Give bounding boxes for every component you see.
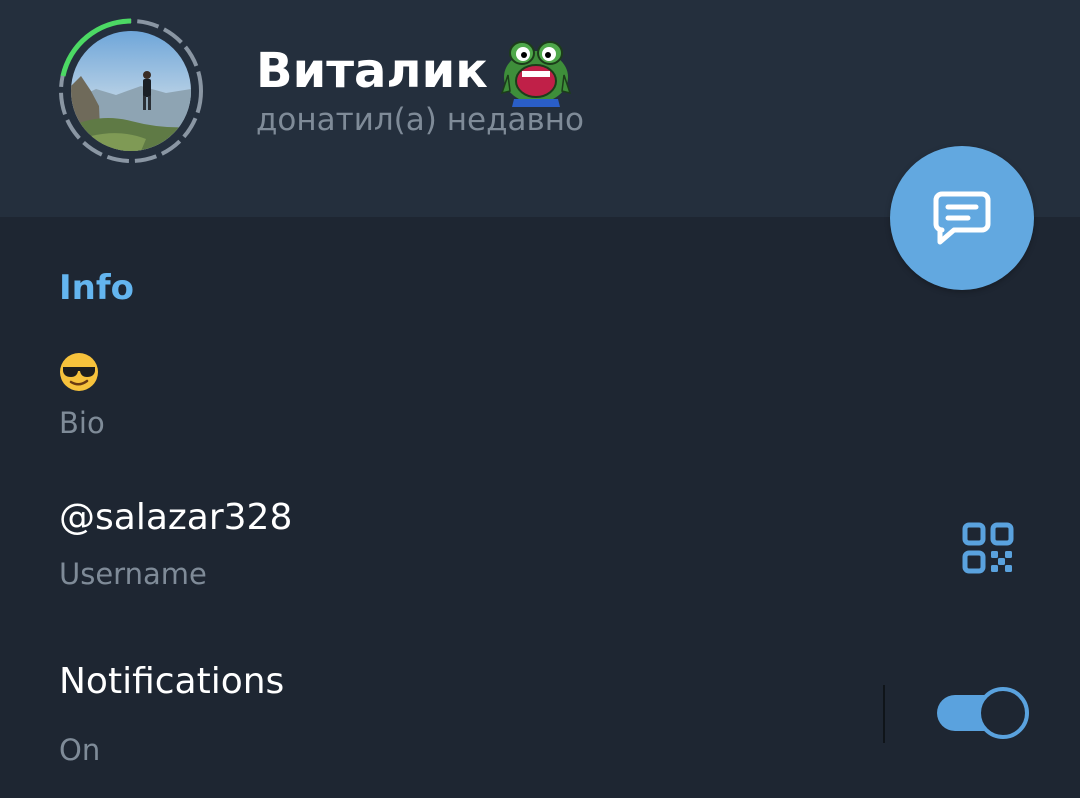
notifications-toggle[interactable] <box>937 687 1029 739</box>
message-button[interactable] <box>890 146 1034 290</box>
sunglasses-emoji-icon <box>60 353 98 391</box>
avatar-photo <box>71 31 191 151</box>
toggle-knob <box>977 687 1029 739</box>
message-icon <box>933 191 991 245</box>
name-row: Виталик <box>256 35 572 107</box>
info-section-title: Info <box>59 268 135 308</box>
username-label: Username <box>59 557 207 591</box>
frog-emoji-status-icon[interactable] <box>500 35 572 107</box>
divider <box>883 685 885 743</box>
notifications-title[interactable]: Notifications <box>59 660 284 703</box>
bio-label: Bio <box>59 406 105 440</box>
username-value[interactable]: @salazar328 <box>59 496 292 539</box>
qr-code-icon[interactable] <box>962 522 1014 574</box>
profile-name: Виталик <box>256 43 488 99</box>
avatar[interactable] <box>56 16 206 166</box>
notifications-value: On <box>59 733 101 767</box>
last-seen-status: донатил(а) недавно <box>256 102 584 138</box>
